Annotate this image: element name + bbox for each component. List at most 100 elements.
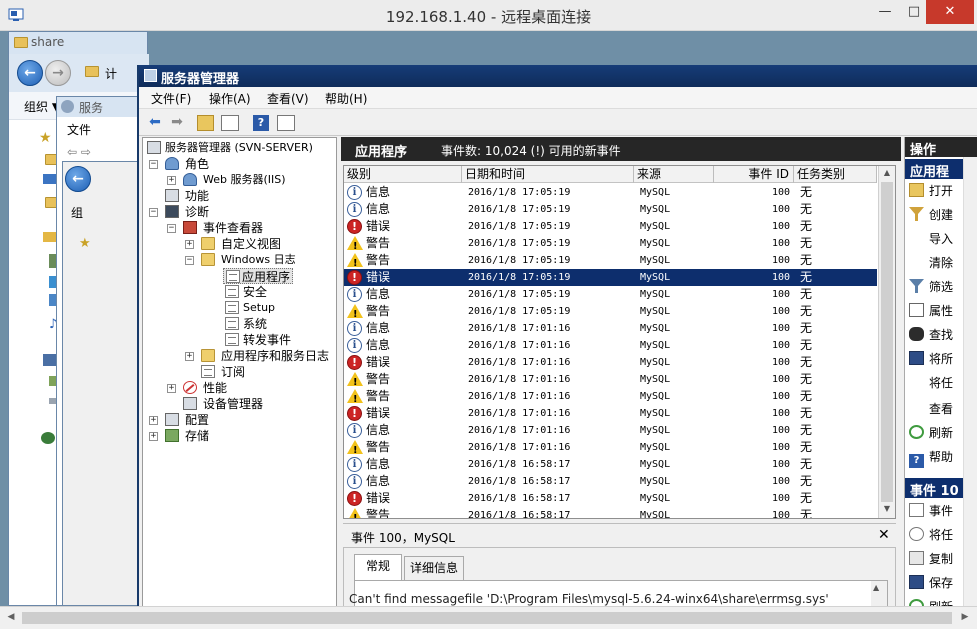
tree-item-windows-logs[interactable]: − Windows 日志 <box>185 252 335 268</box>
action-item[interactable]: ? 帮助 <box>909 447 953 468</box>
table-row[interactable]: 警告 2016/1/8 17:05:19 MySQL 100 无 <box>344 235 877 255</box>
address-bar[interactable]: 计 <box>105 65 117 82</box>
tree-item-features[interactable]: 功能 <box>165 188 335 204</box>
column-header-source[interactable]: 来源 <box>634 166 714 183</box>
tree-item-web-server[interactable]: + Web 服务器(IIS) <box>167 172 336 188</box>
action-item[interactable]: 查找 <box>909 325 953 345</box>
tab-details[interactable]: 详细信息 <box>404 556 464 580</box>
navigation-tree[interactable]: 服务器管理器 (SVN-SERVER) − 角色 + Web 服务器(IIS) … <box>142 137 337 606</box>
back-icon[interactable]: ← <box>65 166 91 192</box>
expand-icon[interactable]: + <box>149 416 158 425</box>
tree-item-forwarded-events[interactable]: 转发事件 <box>225 332 325 348</box>
action-item[interactable]: 保存 <box>909 573 953 593</box>
event-list-scrollbar[interactable]: ▲ ▼ <box>878 166 895 518</box>
forward-arrow-icon[interactable]: ➡ <box>167 113 187 133</box>
action-item[interactable]: 清除 <box>909 253 953 273</box>
table-row[interactable]: ! 错误 2016/1/8 16:58:17 MySQL 100 无 <box>344 490 877 507</box>
collapse-icon[interactable]: − <box>185 256 194 265</box>
organize-button[interactable]: 组 <box>71 204 83 221</box>
server-manager-window[interactable]: 服务器管理器 文件(F) 操作(A) 查看(V) 帮助(H) ⬅ ➡ ? 服务器… <box>137 65 977 606</box>
remote-desktop-area[interactable]: share ← → 计 组织 ▼ ★ ♪ 服务 文件 ⇦ ⇨ 服务 <box>0 31 977 606</box>
tree-item-roles[interactable]: − 角色 <box>149 156 336 172</box>
table-row[interactable]: ! 错误 2016/1/8 17:01:16 MySQL 100 无 <box>344 405 877 422</box>
message-scrollbar[interactable]: ▲ <box>871 581 887 606</box>
event-list[interactable]: 级别 日期和时间 来源 事件 ID 任务类别 i 信息 2016/1/8 17:05… <box>343 165 896 519</box>
expand-icon[interactable]: + <box>167 176 176 185</box>
table-row[interactable]: i 信息 2016/1/8 17:05:19 MySQL 100 无 <box>344 201 877 218</box>
close-button[interactable]: ✕ <box>926 0 974 24</box>
action-item[interactable]: 刷新 <box>909 423 953 443</box>
expand-icon[interactable]: + <box>167 384 176 393</box>
scroll-down-icon[interactable]: ▼ <box>881 504 893 516</box>
table-row[interactable]: i 信息 2016/1/8 17:01:16 MySQL 100 无 <box>344 337 877 354</box>
collapse-icon[interactable]: − <box>149 208 158 217</box>
menu-view[interactable]: 查看(V) <box>267 90 309 107</box>
background-explorer-window-3[interactable]: ← 组 ★ <box>62 161 142 606</box>
scrollbar-thumb[interactable] <box>881 182 893 502</box>
table-row[interactable]: i 信息 2016/1/8 16:58:17 MySQL 100 无 <box>344 456 877 473</box>
action-item[interactable]: 属性 <box>909 301 953 321</box>
column-header-event-id[interactable]: 事件 ID <box>714 166 794 183</box>
tree-item-event-viewer[interactable]: − 事件查看器 <box>167 220 336 236</box>
tree-item-security[interactable]: 安全 <box>225 284 325 300</box>
table-row[interactable]: ! 错误 2016/1/8 17:05:19 MySQL 100 无 <box>344 269 877 286</box>
scroll-right-icon[interactable]: ▶ <box>958 612 972 624</box>
up-folder-icon[interactable] <box>197 115 214 131</box>
forward-icon[interactable]: → <box>45 60 71 86</box>
scrollbar-thumb[interactable] <box>22 612 952 624</box>
menu-help[interactable]: 帮助(H) <box>325 90 367 107</box>
scroll-left-icon[interactable]: ◀ <box>4 612 18 624</box>
action-item[interactable]: 事件 <box>909 501 953 521</box>
show-hide-tree-icon[interactable] <box>221 115 239 131</box>
expand-icon[interactable]: + <box>149 432 158 441</box>
table-row[interactable]: 警告 2016/1/8 17:01:16 MySQL 100 无 <box>344 439 877 459</box>
table-row[interactable]: i 信息 2016/1/8 16:58:17 MySQL 100 无 <box>344 473 877 490</box>
table-row[interactable]: i 信息 2016/1/8 17:01:16 MySQL 100 无 <box>344 422 877 439</box>
table-row[interactable]: 警告 2016/1/8 17:01:16 MySQL 100 无 <box>344 371 877 391</box>
action-item[interactable]: 刷新 <box>909 597 953 606</box>
help-icon[interactable]: ? <box>253 115 269 131</box>
table-row[interactable]: i 信息 2016/1/8 17:05:19 MySQL 100 无 <box>344 184 877 201</box>
scroll-up-icon[interactable]: ▲ <box>873 583 879 592</box>
expand-icon[interactable]: + <box>185 240 194 249</box>
collapse-icon[interactable]: − <box>149 160 158 169</box>
table-row[interactable]: 警告 2016/1/8 17:01:16 MySQL 100 无 <box>344 388 877 408</box>
table-row[interactable]: i 信息 2016/1/8 17:05:19 MySQL 100 无 <box>344 286 877 303</box>
tree-item-storage[interactable]: + 存储 <box>149 428 336 444</box>
properties-icon[interactable] <box>277 115 295 131</box>
table-row[interactable]: i 信息 2016/1/8 17:01:16 MySQL 100 无 <box>344 320 877 337</box>
action-item[interactable]: 将任 <box>909 525 953 545</box>
action-item[interactable]: 将所 <box>909 349 953 369</box>
actions-scrollbar[interactable] <box>963 157 977 606</box>
table-row[interactable]: ! 错误 2016/1/8 17:05:19 MySQL 100 无 <box>344 218 877 235</box>
action-item[interactable]: 查看 <box>909 399 953 419</box>
collapse-icon[interactable]: − <box>167 224 176 233</box>
file-menu[interactable]: 文件 <box>67 121 91 138</box>
menu-file[interactable]: 文件(F) <box>151 90 191 107</box>
column-header-level[interactable]: 级别 <box>344 166 462 183</box>
action-item[interactable]: 复制 <box>909 549 953 569</box>
tab-general[interactable]: 常规 <box>354 554 402 580</box>
action-item[interactable]: 打开 <box>909 181 953 201</box>
tree-item-custom-views[interactable]: + 自定义视图 <box>185 236 335 252</box>
tree-item-app-service-logs[interactable]: + 应用程序和服务日志 <box>185 348 335 364</box>
table-row[interactable]: ! 错误 2016/1/8 17:01:16 MySQL 100 无 <box>344 354 877 371</box>
column-header-datetime[interactable]: 日期和时间 <box>462 166 634 183</box>
back-icon[interactable]: ← <box>17 60 43 86</box>
action-item[interactable]: 创建 <box>909 205 953 225</box>
tree-item-system[interactable]: 系统 <box>225 316 325 332</box>
menu-action[interactable]: 操作(A) <box>209 90 251 107</box>
close-icon[interactable]: ✕ <box>878 527 890 543</box>
table-row[interactable]: 警告 2016/1/8 16:58:17 MySQL 100 无 <box>344 507 877 518</box>
rdp-horizontal-scrollbar[interactable]: ◀ ▶ <box>0 606 977 629</box>
tree-item-setup[interactable]: Setup <box>225 300 325 316</box>
tree-item-device-manager[interactable]: 设备管理器 <box>183 396 333 412</box>
tree-item-application[interactable]: 应用程序 <box>223 268 293 284</box>
tree-item-diagnostics[interactable]: − 诊断 <box>149 204 336 220</box>
action-item[interactable]: 将任 <box>909 373 953 393</box>
expand-icon[interactable]: + <box>185 352 194 361</box>
action-item[interactable]: 导入 <box>909 229 953 249</box>
action-item[interactable]: 筛选 <box>909 277 953 297</box>
table-row[interactable]: 警告 2016/1/8 17:05:19 MySQL 100 无 <box>344 252 877 272</box>
table-row[interactable]: 警告 2016/1/8 17:05:19 MySQL 100 无 <box>344 303 877 323</box>
